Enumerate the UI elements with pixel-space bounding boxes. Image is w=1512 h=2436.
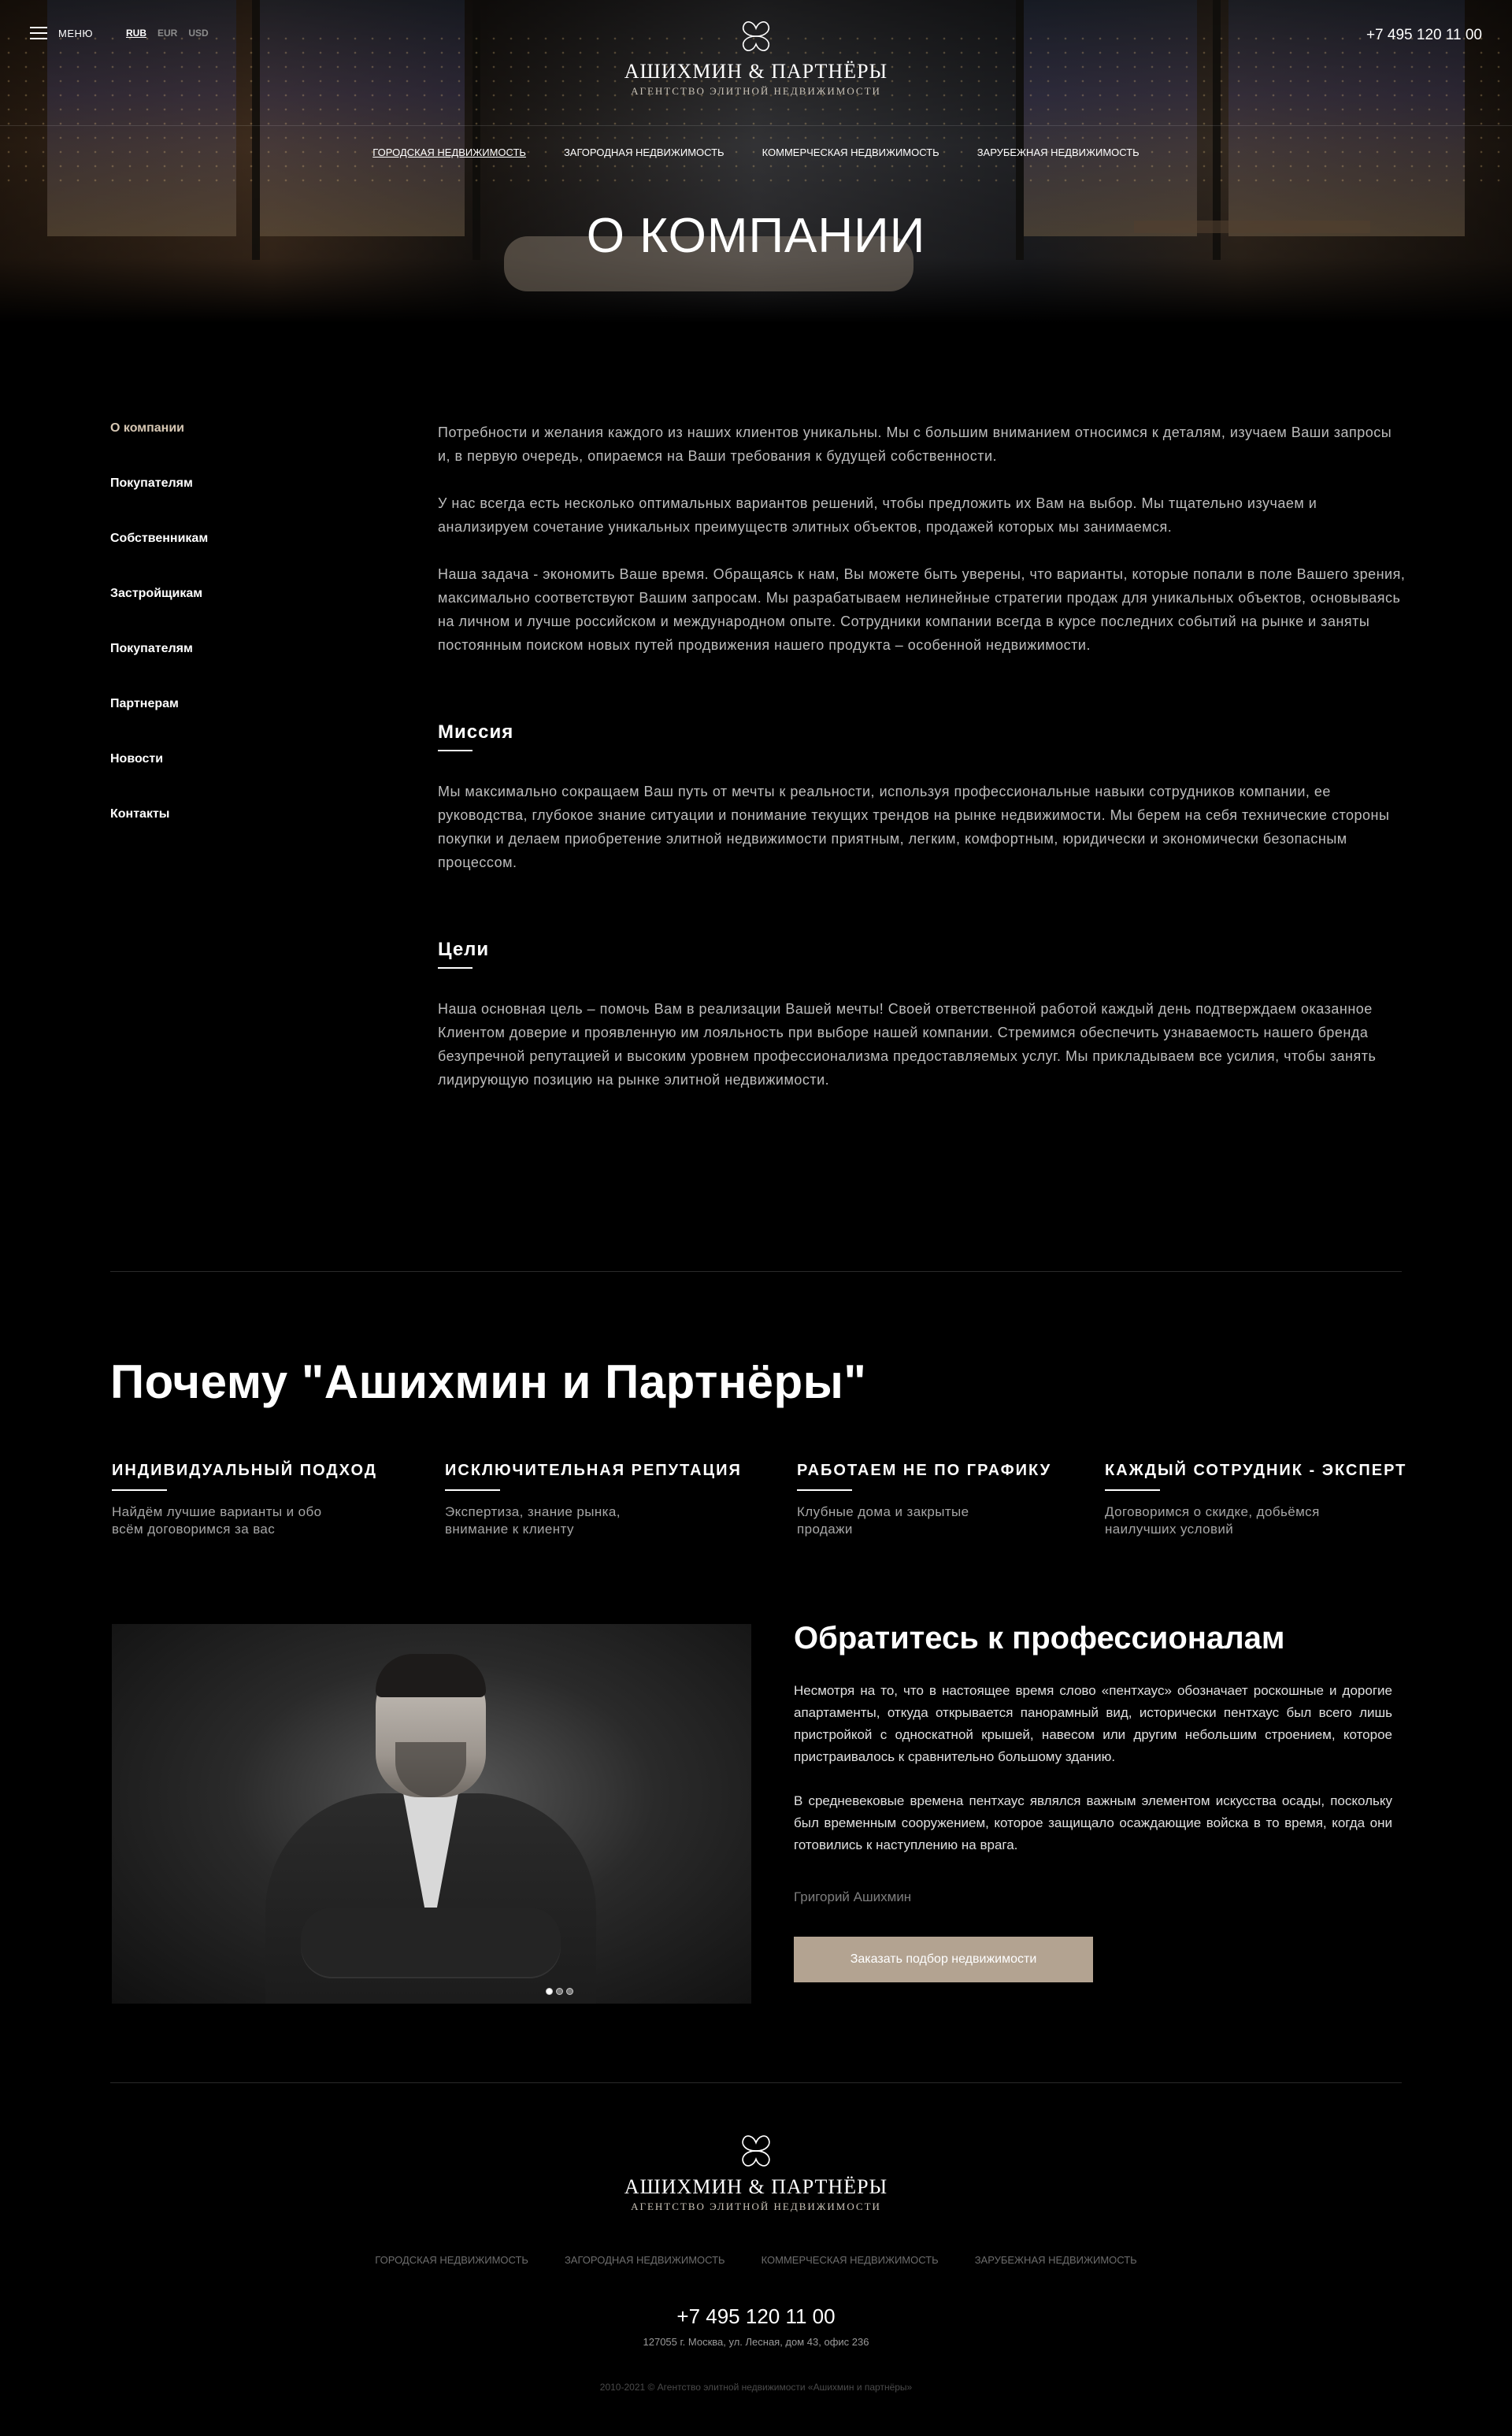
contact-pro-block: Обратитесь к профессионалам Несмотря на …	[794, 1621, 1392, 1982]
sidebar-item-news[interactable]: Новости	[110, 751, 346, 766]
footer-nav-city[interactable]: ГОРОДСКАЯ НЕДВИЖИМОСТЬ	[375, 2254, 528, 2266]
slider-dot[interactable]	[546, 1988, 553, 1995]
top-bar: МЕНЮ RUB EUR USD АШИХМИН & ПАРТНЁРЫ АГЕН…	[0, 0, 1512, 126]
nav-country-realty[interactable]: ЗАГОРОДНАЯ НЕДВИЖИМОСТЬ	[564, 146, 724, 158]
feature-item: РАБОТАЕМ НЕ ПО ГРАФИКУ Клубные дома и за…	[797, 1462, 1128, 1538]
hamburger-icon	[30, 27, 47, 39]
currency-usd[interactable]: USD	[188, 28, 208, 39]
footer-nav-commercial[interactable]: КОММЕРЧЕСКАЯ НЕДВИЖИМОСТЬ	[762, 2254, 939, 2266]
currency-switcher: RUB EUR USD	[126, 28, 209, 39]
footer-nav-foreign[interactable]: ЗАРУБЕЖНАЯ НЕДВИЖИМОСТЬ	[975, 2254, 1137, 2266]
section-divider	[110, 1271, 1402, 1272]
feature-item: ИСКЛЮЧИТЕЛЬНАЯ РЕПУТАЦИЯ Экспертиза, зна…	[445, 1462, 776, 1538]
logo-title: АШИХМИН & ПАРТНЁРЫ	[624, 60, 888, 83]
nav-commercial-realty[interactable]: КОММЕРЧЕСКАЯ НЕДВИЖИМОСТЬ	[762, 146, 939, 158]
clover-logo-icon	[743, 21, 769, 51]
author-name: Григорий Ашихмин	[794, 1889, 912, 1904]
feature-text: Клубные дома и закрытые продажи	[797, 1504, 969, 1537]
feature-text: Найдём лучшие варианты и обо всём догово…	[112, 1504, 322, 1537]
hero-banner: МЕНЮ RUB EUR USD АШИХМИН & ПАРТНЁРЫ АГЕН…	[0, 0, 1512, 323]
nav-city-realty[interactable]: ГОРОДСКАЯ НЕДВИЖИМОСТЬ	[372, 146, 526, 158]
page-title: О КОМПАНИИ	[586, 209, 926, 263]
header-phone[interactable]: +7 495 120 11 00	[1366, 27, 1482, 44]
sidebar-item-about[interactable]: О компании	[110, 421, 346, 436]
photo-arms	[301, 1908, 561, 1978]
founder-photo	[112, 1624, 751, 2004]
contact-pro-paragraph: В средневековые времена пентхаус являлся…	[794, 1793, 1392, 1852]
main-nav: ГОРОДСКАЯ НЕДВИЖИМОСТЬ ЗАГОРОДНАЯ НЕДВИЖ…	[0, 146, 1512, 158]
slider-dot[interactable]	[556, 1988, 563, 1995]
currency-rub[interactable]: RUB	[126, 28, 146, 39]
menu-button[interactable]: МЕНЮ	[30, 27, 93, 39]
sidebar-item-buyers[interactable]: Покупателям	[110, 476, 346, 491]
photo-hair	[376, 1654, 486, 1697]
feature-title: РАБОТАЕМ НЕ ПО ГРАФИКУ	[797, 1462, 1128, 1491]
clover-logo-icon	[742, 2135, 770, 2167]
footer-address: 127055 г. Москва, ул. Лесная, дом 43, оф…	[643, 2336, 869, 2348]
about-paragraph: Потребности и желания каждого из наших к…	[438, 425, 1392, 464]
about-content: Потребности и желания каждого из наших к…	[438, 421, 1406, 1092]
footer-logo[interactable]: АШИХМИН & ПАРТНЁРЫ АГЕНТСТВО ЭЛИТНОЙ НЕД…	[598, 2131, 914, 2213]
order-selection-button[interactable]: Заказать подбор недвижимости	[794, 1937, 1093, 1982]
footer-logo-subtitle: АГЕНТСТВО ЭЛИТНОЙ НЕДВИЖИМОСТИ	[631, 2201, 881, 2212]
nav-foreign-realty[interactable]: ЗАРУБЕЖНАЯ НЕДВИЖИМОСТЬ	[977, 146, 1140, 158]
feature-text: Договоримся о скидке, добьёмся наилучших…	[1105, 1504, 1320, 1537]
footer-nav-country[interactable]: ЗАГОРОДНАЯ НЕДВИЖИМОСТЬ	[565, 2254, 725, 2266]
sidebar-nav: О компании Покупателям Собственникам Зас…	[110, 421, 346, 862]
sidebar-item-partners[interactable]: Партнерам	[110, 696, 346, 711]
contact-pro-title: Обратитесь к профессионалам	[794, 1621, 1285, 1656]
sidebar-item-owners[interactable]: Собственникам	[110, 531, 346, 546]
mission-block: Миссия Мы максимально сокращаем Ваш путь…	[438, 721, 1406, 874]
currency-eur[interactable]: EUR	[158, 28, 177, 39]
goals-block: Цели Наша основная цель – помочь Вам в р…	[438, 939, 1406, 1092]
footer-logo-title: АШИХМИН & ПАРТНЁРЫ	[624, 2175, 888, 2198]
feature-title: КАЖДЫЙ СОТРУДНИК - ЭКСПЕРТ	[1105, 1462, 1436, 1491]
feature-title: ИСКЛЮЧИТЕЛЬНАЯ РЕПУТАЦИЯ	[445, 1462, 776, 1491]
why-title: Почему "Ашихмин и Партнёры"	[110, 1355, 867, 1408]
feature-item: КАЖДЫЙ СОТРУДНИК - ЭКСПЕРТ Договоримся о…	[1105, 1462, 1436, 1538]
about-paragraph: У нас всегда есть несколько оптимальных …	[438, 495, 1317, 535]
sidebar-item-buyers-2[interactable]: Покупателям	[110, 641, 346, 656]
mission-title: Миссия	[438, 721, 513, 751]
footer-divider	[110, 2082, 1402, 2083]
slider-dots	[546, 1988, 573, 1995]
mission-text: Мы максимально сокращаем Ваш путь от меч…	[438, 784, 1390, 870]
feature-title: ИНДИВИДУАЛЬНЫЙ ПОДХОД	[112, 1462, 443, 1491]
logo-subtitle: АГЕНТСТВО ЭЛИТНОЙ НЕДВИЖИМОСТИ	[631, 85, 881, 97]
sidebar-item-contacts[interactable]: Контакты	[110, 806, 346, 821]
sidebar-item-developers[interactable]: Застройщикам	[110, 586, 346, 601]
about-paragraph: Наша задача - экономить Ваше время. Обра…	[438, 566, 1406, 653]
logo[interactable]: АШИХМИН & ПАРТНЁРЫ АГЕНТСТВО ЭЛИТНОЙ НЕД…	[598, 17, 914, 98]
contact-pro-paragraph: Несмотря на то, что в настоящее время сл…	[794, 1683, 1392, 1764]
menu-label: МЕНЮ	[58, 27, 94, 39]
feature-text: Экспертиза, знание рынка, внимание к кли…	[445, 1504, 621, 1537]
slider-dot[interactable]	[566, 1988, 573, 1995]
feature-item: ИНДИВИДУАЛЬНЫЙ ПОДХОД Найдём лучшие вари…	[112, 1462, 443, 1538]
goals-title: Цели	[438, 939, 489, 969]
footer-nav: ГОРОДСКАЯ НЕДВИЖИМОСТЬ ЗАГОРОДНАЯ НЕДВИЖ…	[0, 2254, 1512, 2266]
copyright: 2010-2021 © Агентство элитной недвижимос…	[599, 2382, 913, 2393]
footer-phone[interactable]: +7 495 120 11 00	[0, 2304, 1512, 2329]
goals-text: Наша основная цель – помочь Вам в реализ…	[438, 1001, 1377, 1088]
